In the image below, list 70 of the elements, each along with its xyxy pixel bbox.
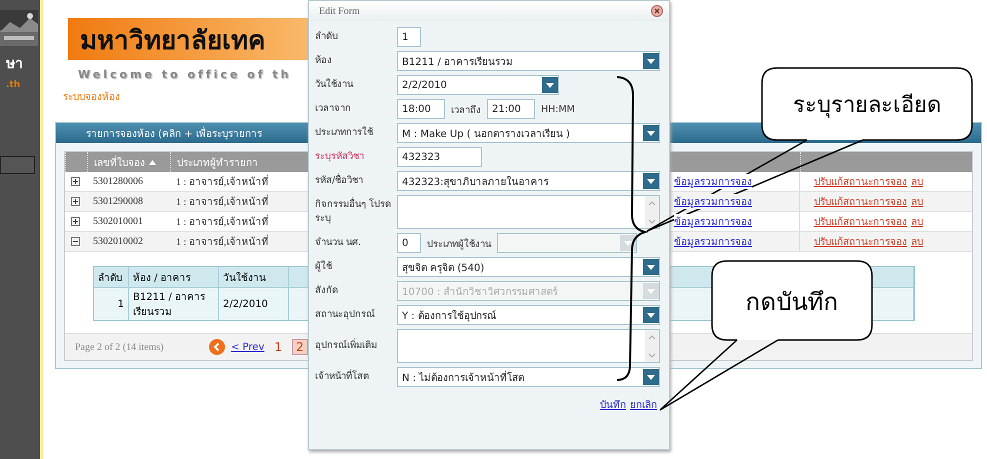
table-cell: 2/2/2010 (219, 287, 289, 320)
scrollbar-icon[interactable] (645, 196, 659, 228)
select-field[interactable]: Y : ต้องการใช้อุปกรณ์ (397, 305, 660, 325)
field-label: ประเภทการใช้ (315, 126, 374, 140)
field-label: สังกัด (315, 284, 339, 298)
field-label: จำนวน นศ. (315, 236, 362, 250)
sidebar-text: .th (5, 80, 22, 90)
select-field[interactable]: B1211 / อาคารเรียนรวม (397, 51, 660, 71)
previous-icon[interactable] (209, 339, 225, 355)
table-link[interactable]: ข้อมูลรวมการจอง (674, 194, 752, 209)
table-cell: 1 : อาจารย์,เจ้าหน้าที่ (170, 172, 308, 192)
page-link[interactable]: 1 (270, 339, 286, 355)
pager-summary: Page 2 of 2 (14 items) (75, 342, 165, 352)
banner-title: มหาวิทยาลัยเทค (68, 18, 308, 60)
sidebar-text: ษา (5, 55, 24, 74)
field-label: เวลาจาก (315, 102, 352, 116)
table-cell: B1211 / อาคารเรียนรวม (129, 287, 219, 320)
table-cell: 5301290008 (87, 192, 170, 212)
sidebar-field[interactable] (0, 156, 35, 174)
field-label: อุปกรณ์เพิ่มเติม (315, 338, 378, 353)
select-field[interactable]: 2/2/2010 (397, 75, 559, 95)
action-link[interactable]: บันทึก (600, 397, 626, 412)
expand-icon[interactable] (71, 177, 80, 186)
input-field[interactable]: 18:00 (397, 99, 445, 119)
table-cell: 5302010002 (87, 232, 170, 252)
table-cell: 1 : อาจารย์,เจ้าหน้าที่ (170, 232, 308, 252)
select-field[interactable]: สุขจิต ครุจิต (540) (397, 257, 660, 277)
table-cell: 1 : อาจารย์,เจ้าหน้าที่ (170, 192, 308, 212)
column-header: ลำดับ (94, 267, 129, 287)
select-field[interactable]: N : ไม่ต้องการเจ้าหน้าที่โสต (397, 367, 660, 387)
field-label: ประเภทผู้ใช้งาน (427, 238, 491, 250)
column-header: วันใช้งาน (219, 267, 289, 287)
field-label: ลำดับ (315, 30, 339, 44)
input-field[interactable]: 1 (397, 27, 421, 47)
select-field[interactable]: 432323:สุขาภิบาลภายในอาคาร (397, 171, 660, 191)
breadcrumb: ระบบจองห้อง (63, 90, 121, 104)
expand-icon[interactable] (71, 197, 80, 206)
close-icon[interactable] (651, 5, 663, 17)
format-hint: HH:MM (541, 104, 575, 114)
dialog-title: Edit Form (319, 6, 360, 16)
column-header: ห้อง / อาคาร (129, 267, 219, 287)
field-label: สถานะอุปกรณ์ (315, 308, 376, 322)
field-label: เวลาถึง (451, 104, 481, 116)
table-link[interactable]: ข้อมูลรวมการจอง (674, 174, 752, 189)
action-link[interactable]: ยกเลิก (630, 397, 657, 412)
input-field[interactable]: 432323 (397, 147, 482, 167)
field-label: ห้อง (315, 54, 333, 68)
callout-bubble: กดบันทึก (659, 260, 873, 411)
input-field[interactable]: 21:00 (487, 99, 535, 119)
prev-link[interactable]: < Prev (231, 342, 264, 352)
field-label: ผู้ใช้ (315, 260, 333, 274)
welcome-text: Welcome to office of th (78, 68, 292, 81)
field-label: รหัส/ชื่อวิชา (315, 174, 364, 188)
field-label: เจ้าหน้าที่โสต (315, 370, 370, 384)
table-link[interactable]: ปรับแก้สถานะการจอง (814, 174, 907, 189)
select-field[interactable]: M : Make Up ( นอกตารางเวลาเรียน ) (397, 123, 660, 143)
table-link[interactable]: ปรับแก้สถานะการจอง (814, 214, 907, 229)
table-cell: 1 : อาจารย์,เจ้าหน้าที่ (170, 212, 308, 232)
table-cell: 1 (94, 287, 129, 320)
collapse-icon[interactable] (71, 237, 80, 246)
table-link[interactable]: ปรับแก้สถานะการจอง (814, 194, 907, 209)
sort-icon (149, 160, 156, 164)
table-link[interactable]: ข้อมูลรวมการจอง (674, 214, 752, 229)
table-link[interactable]: ปรับแก้สถานะการจอง (814, 234, 907, 249)
field-label: วันใช้งาน (315, 78, 354, 92)
table-link[interactable]: ข้อมูลรวมการจอง (674, 234, 752, 249)
scrollbar-icon[interactable] (645, 330, 659, 362)
field-label: ระบุรหัสวิชา (315, 150, 365, 164)
field-label: กิจกรรมอื่นๆ โปรดระบุ (315, 198, 392, 226)
expand-icon[interactable] (71, 217, 80, 226)
